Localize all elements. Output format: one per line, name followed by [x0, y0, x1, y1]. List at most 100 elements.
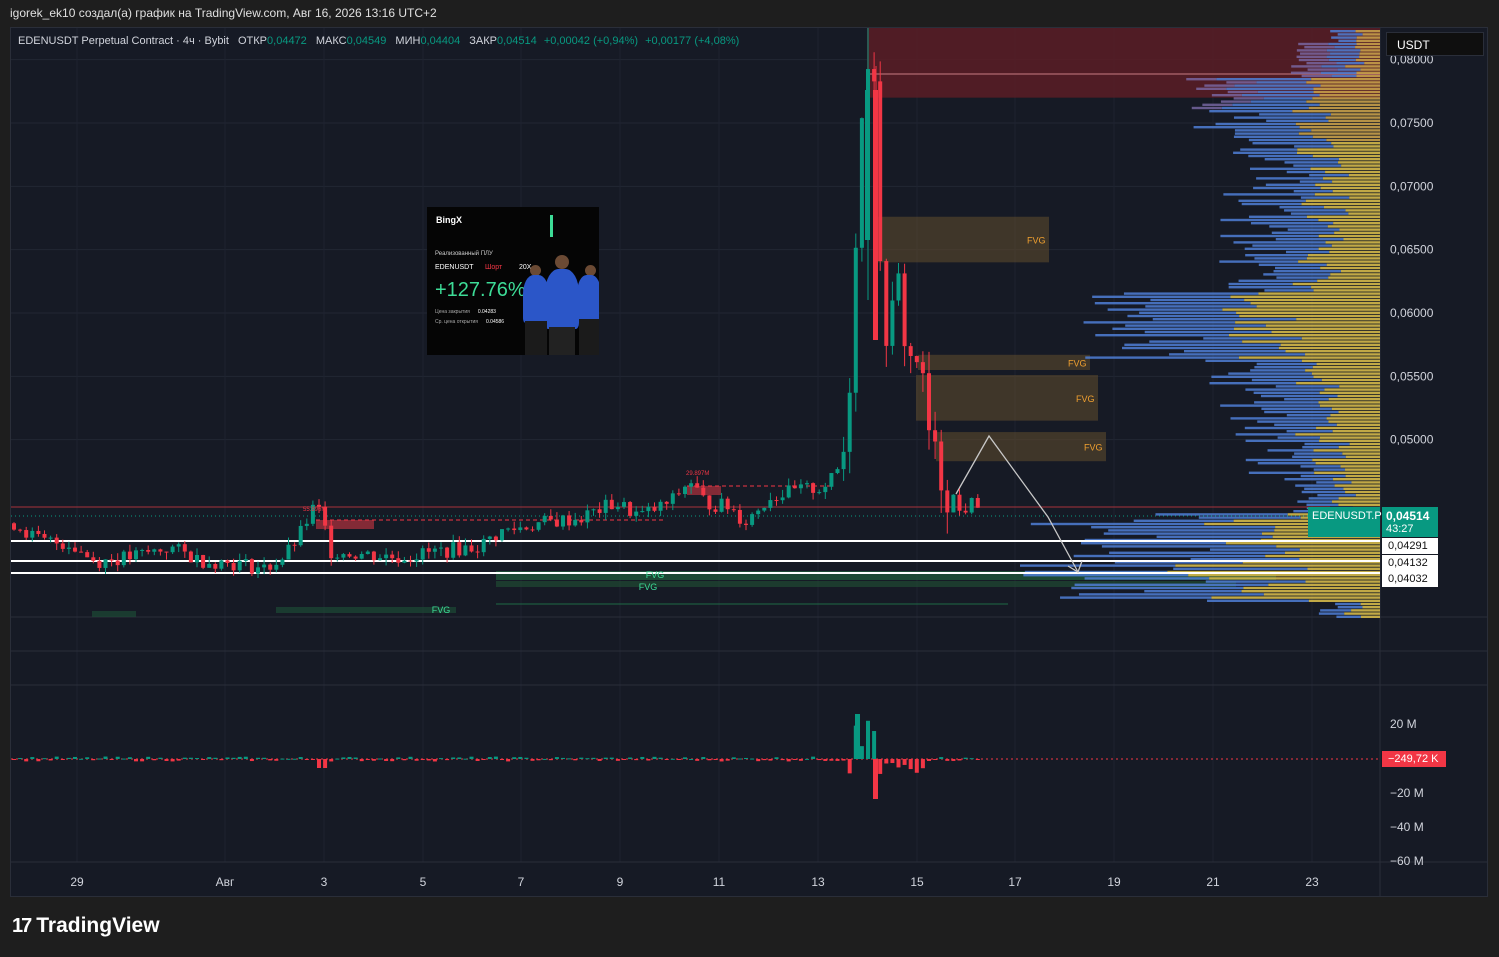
promo-close-label: Цена закрытия: [435, 309, 470, 315]
promo-person-icon: [555, 255, 569, 269]
candle-body-151: [933, 430, 938, 442]
volume-bar-102: [634, 759, 639, 761]
volume-bar-41: [262, 757, 267, 759]
vol-label-2: 55.896M: [303, 507, 326, 513]
volume-bar-87: [542, 758, 547, 760]
candle-body-45: [286, 544, 291, 560]
candle-body-113: [701, 487, 706, 496]
volume-bar-4: [36, 759, 41, 762]
volume-bar-10: [73, 756, 77, 759]
volume-bar-92: [573, 759, 578, 761]
volume-bar-68: [426, 759, 431, 761]
currency-unit-button[interactable]: USDT: [1386, 32, 1484, 56]
volume-tick-2: −40 M: [1390, 820, 1424, 834]
volume-tick-0: 20 M: [1390, 717, 1417, 731]
candle-body-16: [109, 559, 114, 561]
promo-pair: EDENUSDT: [435, 264, 474, 271]
fvg-bear-zone-1: [918, 354, 1090, 370]
candle-body-125: [774, 500, 779, 502]
candle-body-94: [585, 510, 590, 523]
candle-body-25: [164, 551, 169, 553]
candle-body-152: [939, 441, 944, 491]
volume-bar-26: [170, 759, 175, 762]
candle-body-129: [798, 484, 803, 489]
tradingview-logo[interactable]: 17 TradingView: [12, 914, 160, 938]
ohlc-legend: EDENUSDT Perpetual Contract · 4ч · Bybit…: [18, 35, 739, 47]
promo-brand: BingX: [436, 215, 462, 225]
volume-bar-46: [292, 758, 297, 760]
fvg-bear-label-3: FVG: [1084, 443, 1103, 453]
candle-body-135: [835, 469, 840, 474]
volume-bar-101: [628, 757, 633, 759]
volume-bar-71: [445, 759, 450, 761]
volume-bar-88: [548, 759, 553, 761]
volume-bar-93: [579, 757, 584, 759]
candle-body-14: [97, 560, 102, 568]
volume-bar-116: [719, 759, 724, 762]
candle-body-147: [908, 346, 913, 357]
volume-bar-57: [359, 759, 364, 762]
time-tick-0: 29: [70, 875, 84, 889]
volume-bar-20: [134, 759, 138, 762]
volume-bar-51: [323, 759, 328, 768]
volume-bar-115: [713, 759, 718, 760]
chart-canvas[interactable]: FVGFVGFVGFVGFVGFVGFVG29.897M55.896M 0,08…: [0, 0, 1499, 957]
candle-body-137: [847, 392, 852, 452]
fvg-bull-label-2: FVG: [432, 605, 451, 615]
candle-body-73: [457, 542, 462, 556]
price-tick-4: 0,06000: [1390, 306, 1434, 320]
current-price: 0,04514: [1386, 509, 1430, 523]
candle-body-65: [408, 560, 413, 562]
candle-body-18: [121, 551, 126, 566]
candle-body-37: [237, 560, 242, 571]
volume-bar-70: [439, 758, 443, 760]
price-tick-2: 0,07000: [1390, 179, 1434, 193]
candle-body-86: [536, 522, 541, 530]
candle-body-93: [579, 519, 584, 523]
fvg-bear-zone-3: [936, 432, 1106, 462]
volume-bar-58: [365, 759, 370, 760]
volume-bar-5: [42, 758, 47, 760]
candle-body-78: [487, 536, 492, 539]
candle-body-13: [91, 557, 96, 561]
time-tick-10: 19: [1107, 875, 1121, 889]
axes: 0,080000,075000,070000,065000,060000,055…: [70, 53, 1433, 889]
candle-body-28: [182, 544, 187, 552]
candle-body-58: [365, 551, 370, 555]
candle-body-57: [359, 554, 364, 559]
candle-body-139: [859, 118, 864, 248]
volume-bar-64: [402, 759, 407, 761]
candle-body-107: [664, 501, 669, 504]
candle-body-79: [493, 536, 498, 541]
promo-label: Реализованный ПЛУ: [435, 251, 493, 257]
level-tag-1: 0,04291: [1382, 538, 1438, 554]
candle-body-110: [683, 486, 687, 495]
time-tick-12: 23: [1305, 875, 1319, 889]
volume-bar-19: [127, 757, 132, 759]
volume-bar-36: [231, 757, 236, 759]
volume-bar-49: [310, 759, 315, 760]
promo-close-price: 0.04283: [477, 309, 496, 315]
volume-bar-110: [683, 757, 687, 759]
volume-delta-bars: [11, 714, 1380, 799]
candle-body-98: [609, 499, 614, 510]
candle-body-59: [371, 551, 376, 561]
volume-bar-39: [249, 759, 254, 762]
volume-bar-141: [872, 731, 877, 759]
volume-bar-134: [829, 759, 834, 761]
candle-body-35: [225, 560, 230, 564]
volume-bar-15: [103, 756, 108, 759]
fvg-bull-zone-3: [92, 611, 136, 617]
volume-bar-108: [670, 758, 675, 760]
volume-bar-53: [335, 758, 340, 760]
candle-body-36: [231, 563, 236, 571]
candle-body-130: [805, 483, 809, 485]
candle-body-90: [561, 515, 565, 527]
volume-bar-13: [91, 759, 96, 761]
change-value-2: +0,00177 (+4,08%): [645, 35, 740, 47]
volume-bar-150: [927, 759, 931, 761]
volume-bar-90: [561, 757, 565, 759]
volume-bar-40: [256, 757, 260, 759]
volume-bar-143: [884, 759, 889, 764]
candle-body-126: [780, 497, 785, 501]
